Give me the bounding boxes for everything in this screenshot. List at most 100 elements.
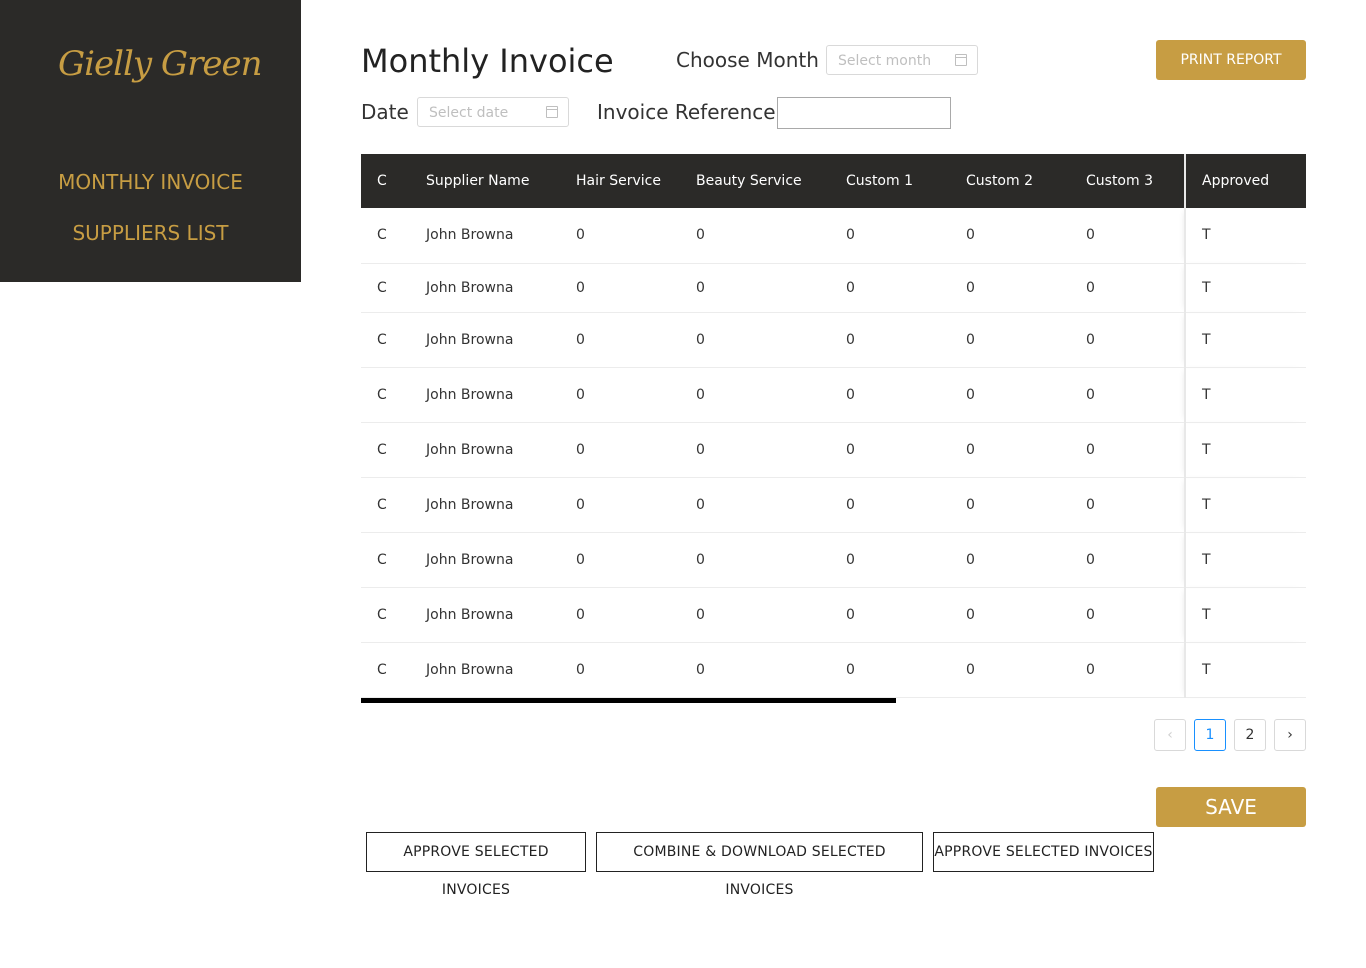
cell-c: C bbox=[377, 279, 387, 296]
table-row[interactable]: C John Browna 0 0 0 0 0 T bbox=[361, 367, 1306, 422]
table-row[interactable]: C John Browna 0 0 0 0 0 T bbox=[361, 532, 1306, 587]
cell-supplier-name: John Browna bbox=[426, 227, 514, 244]
table-header-row: C Supplier Name Hair Service Beauty Serv… bbox=[361, 154, 1306, 208]
calendar-icon bbox=[546, 106, 558, 118]
cell-c: C bbox=[377, 227, 387, 244]
cell-custom-3: 0 bbox=[1086, 606, 1095, 623]
cell-c: C bbox=[377, 386, 387, 403]
save-button[interactable]: SAVE bbox=[1156, 787, 1306, 827]
cell-custom-1: 0 bbox=[846, 279, 855, 296]
pagination-next-button[interactable]: › bbox=[1274, 719, 1306, 751]
cell-beauty-service: 0 bbox=[696, 661, 705, 678]
choose-month-label: Choose Month bbox=[676, 48, 819, 72]
cell-approved: T bbox=[1184, 532, 1306, 587]
cell-hair-service: 0 bbox=[576, 606, 585, 623]
horizontal-scrollbar[interactable] bbox=[361, 698, 896, 703]
cell-custom-3: 0 bbox=[1086, 551, 1095, 568]
chevron-right-icon: › bbox=[1287, 727, 1293, 743]
cell-beauty-service: 0 bbox=[696, 279, 705, 296]
cell-custom-2: 0 bbox=[966, 386, 975, 403]
pagination-prev-button[interactable]: ‹ bbox=[1154, 719, 1186, 751]
table-row[interactable]: C John Browna 0 0 0 0 0 T bbox=[361, 208, 1306, 263]
column-header-c[interactable]: C bbox=[361, 154, 410, 208]
cell-custom-3: 0 bbox=[1086, 386, 1095, 403]
cell-custom-2: 0 bbox=[966, 441, 975, 458]
cell-custom-2: 0 bbox=[966, 279, 975, 296]
chevron-left-icon: ‹ bbox=[1167, 727, 1173, 743]
cell-approved: T bbox=[1184, 422, 1306, 477]
cell-hair-service: 0 bbox=[576, 661, 585, 678]
invoice-reference-input[interactable] bbox=[777, 97, 951, 129]
cell-custom-3: 0 bbox=[1086, 227, 1095, 244]
cell-supplier-name: John Browna bbox=[426, 606, 514, 623]
table-row[interactable]: C John Browna 0 0 0 0 0 T bbox=[361, 312, 1306, 367]
approve-selected-invoices-button-2[interactable]: APPROVE SELECTED INVOICES bbox=[933, 832, 1154, 872]
pagination-page-2[interactable]: 2 bbox=[1234, 719, 1266, 751]
cell-custom-3: 0 bbox=[1086, 496, 1095, 513]
column-header-beauty-service[interactable]: Beauty Service bbox=[680, 154, 830, 208]
column-header-hair-service[interactable]: Hair Service bbox=[560, 154, 680, 208]
cell-c: C bbox=[377, 661, 387, 678]
column-header-custom-3[interactable]: Custom 3 bbox=[1070, 154, 1185, 208]
cell-beauty-service: 0 bbox=[696, 441, 705, 458]
column-header-supplier-name[interactable]: Supplier Name bbox=[410, 154, 560, 208]
cell-approved: T bbox=[1184, 642, 1306, 697]
cell-custom-2: 0 bbox=[966, 496, 975, 513]
cell-approved: T bbox=[1184, 312, 1306, 367]
cell-supplier-name: John Browna bbox=[426, 331, 514, 348]
cell-approved: T bbox=[1184, 477, 1306, 532]
date-label: Date bbox=[361, 100, 409, 124]
cell-hair-service: 0 bbox=[576, 279, 585, 296]
cell-hair-service: 0 bbox=[576, 551, 585, 568]
invoice-reference-label: Invoice Reference bbox=[597, 100, 776, 124]
table-row[interactable]: C John Browna 0 0 0 0 0 T bbox=[361, 642, 1306, 697]
cell-supplier-name: John Browna bbox=[426, 551, 514, 568]
cell-custom-2: 0 bbox=[966, 661, 975, 678]
invoice-table: C Supplier Name Hair Service Beauty Serv… bbox=[361, 154, 1306, 698]
cell-custom-2: 0 bbox=[966, 227, 975, 244]
cell-c: C bbox=[377, 496, 387, 513]
cell-approved: T bbox=[1184, 587, 1306, 642]
cell-beauty-service: 0 bbox=[696, 386, 705, 403]
table-row[interactable]: C John Browna 0 0 0 0 0 T bbox=[361, 422, 1306, 477]
column-header-approved[interactable]: Approved bbox=[1184, 154, 1306, 208]
sidebar-item-suppliers-list[interactable]: SUPPLIERS LIST bbox=[0, 221, 301, 245]
cell-approved: T bbox=[1184, 367, 1306, 422]
sidebar: Gielly Green MONTHLY INVOICE SUPPLIERS L… bbox=[0, 0, 301, 282]
month-picker[interactable]: Select month bbox=[826, 45, 978, 75]
cell-c: C bbox=[377, 551, 387, 568]
cell-beauty-service: 0 bbox=[696, 496, 705, 513]
month-picker-placeholder: Select month bbox=[838, 53, 932, 69]
column-header-custom-2[interactable]: Custom 2 bbox=[950, 154, 1070, 208]
cell-beauty-service: 0 bbox=[696, 551, 705, 568]
column-header-custom-1[interactable]: Custom 1 bbox=[830, 154, 950, 208]
date-picker[interactable]: Select date bbox=[417, 97, 569, 127]
pagination-page-1[interactable]: 1 bbox=[1194, 719, 1226, 751]
cell-custom-3: 0 bbox=[1086, 661, 1095, 678]
sidebar-item-monthly-invoice[interactable]: MONTHLY INVOICE bbox=[0, 170, 301, 194]
combine-download-selected-invoices-button[interactable]: COMBINE & DOWNLOAD SELECTED INVOICES bbox=[596, 832, 923, 898]
table-row[interactable]: C John Browna 0 0 0 0 0 T bbox=[361, 587, 1306, 642]
cell-custom-3: 0 bbox=[1086, 331, 1095, 348]
cell-custom-1: 0 bbox=[846, 227, 855, 244]
cell-hair-service: 0 bbox=[576, 386, 585, 403]
cell-approved: T bbox=[1184, 263, 1306, 312]
table-row[interactable]: C John Browna 0 0 0 0 0 T bbox=[361, 263, 1306, 312]
cell-supplier-name: John Browna bbox=[426, 279, 514, 296]
date-picker-placeholder: Select date bbox=[429, 105, 509, 121]
cell-custom-1: 0 bbox=[846, 331, 855, 348]
approve-selected-invoices-button[interactable]: APPROVE SELECTED INVOICES bbox=[366, 832, 586, 898]
cell-supplier-name: John Browna bbox=[426, 661, 514, 678]
table-row[interactable]: C John Browna 0 0 0 0 0 T bbox=[361, 477, 1306, 532]
brand-logo[interactable]: Gielly Green bbox=[58, 44, 262, 84]
cell-beauty-service: 0 bbox=[696, 227, 705, 244]
cell-supplier-name: John Browna bbox=[426, 441, 514, 458]
cell-custom-3: 0 bbox=[1086, 279, 1095, 296]
cell-custom-1: 0 bbox=[846, 496, 855, 513]
print-report-button[interactable]: PRINT REPORT bbox=[1156, 40, 1306, 80]
cell-custom-3: 0 bbox=[1086, 441, 1095, 458]
cell-supplier-name: John Browna bbox=[426, 386, 514, 403]
cell-c: C bbox=[377, 441, 387, 458]
cell-beauty-service: 0 bbox=[696, 606, 705, 623]
cell-c: C bbox=[377, 331, 387, 348]
